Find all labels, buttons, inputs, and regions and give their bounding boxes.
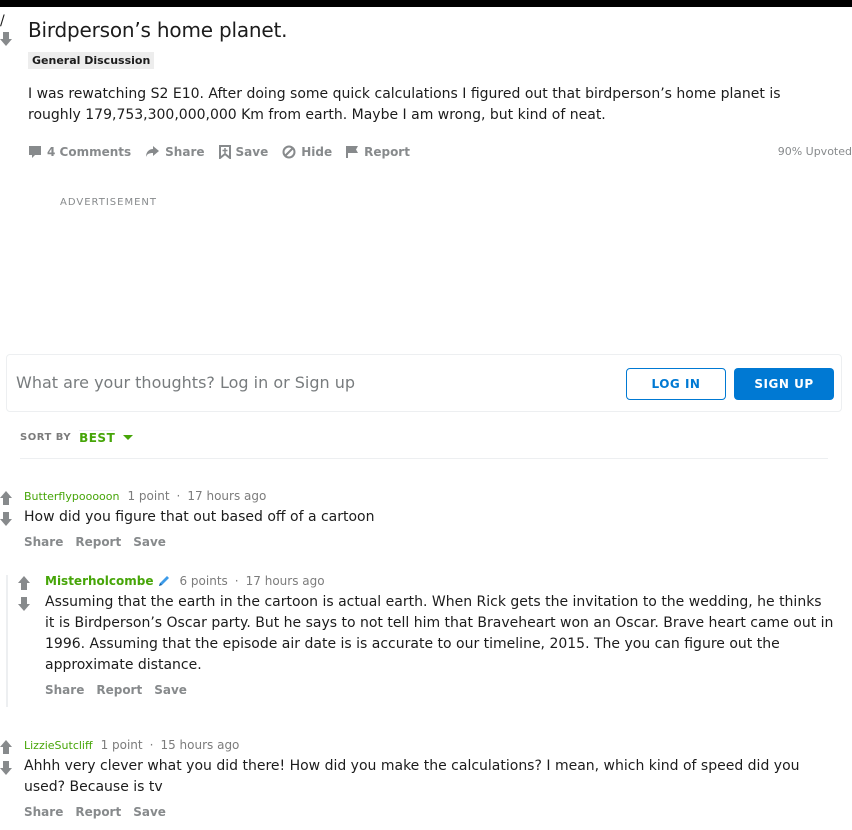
comment-actions: Share Report Save [24, 535, 178, 549]
share-icon [146, 146, 160, 157]
comment-share-button[interactable]: Share [24, 805, 63, 819]
comments-label: 4 Comments [47, 145, 132, 159]
comment-author[interactable]: Misterholcombe [45, 574, 153, 588]
signup-button[interactable]: SIGN UP [734, 368, 834, 400]
separator-dot: · [176, 489, 181, 503]
comment-header: Butterflypooooon 1 point · 17 hours ago [24, 489, 266, 503]
caret-down-icon[interactable] [123, 435, 134, 440]
post-flair[interactable]: General Discussion [28, 52, 155, 69]
upvote-icon[interactable] [0, 491, 12, 505]
save-button[interactable]: Save [218, 145, 269, 159]
comment-text: Assuming that the earth in the cartoon i… [45, 594, 834, 673]
report-button[interactable]: Report [346, 145, 410, 159]
post-title[interactable]: Birdperson’s home planet. [28, 18, 287, 42]
bookmark-icon [218, 145, 231, 159]
advertisement-label: ADVERTISEMENT [60, 197, 158, 208]
sort-control[interactable]: SORT BY BEST [20, 430, 134, 445]
comment-actions: Share Report Save [24, 805, 178, 819]
comment-box[interactable]: What are your thoughts? Log in or Sign u… [6, 354, 842, 412]
comment-actions: Share Report Save [45, 683, 199, 697]
comments-button[interactable]: 4 Comments [28, 145, 131, 159]
comment-author[interactable]: LizzieSutcliff [24, 739, 93, 752]
comment-share-button[interactable]: Share [45, 683, 84, 697]
pencil-icon [159, 576, 170, 586]
comment-points: 1 point [100, 738, 143, 752]
downvote-icon[interactable] [18, 597, 30, 611]
comment-icon [29, 146, 41, 158]
comment-input-placeholder[interactable]: What are your thoughts? Log in or Sign u… [16, 373, 355, 392]
upvoted-percentage: 90% Upvoted [777, 145, 852, 158]
sort-dropdown[interactable]: BEST [79, 430, 116, 445]
separator-dot: · [149, 738, 154, 752]
divider [20, 458, 828, 459]
upvote-icon[interactable] [0, 740, 12, 754]
comment-report-button[interactable]: Report [75, 805, 121, 819]
comment-text: Ahhh very clever what you did there! How… [24, 758, 800, 795]
comment-time[interactable]: 15 hours ago [160, 738, 239, 752]
report-label: Report [364, 145, 410, 159]
flag-icon [346, 146, 359, 158]
hide-label: Hide [301, 145, 333, 159]
comment-author[interactable]: Butterflypooooon [24, 490, 119, 503]
comment-share-button[interactable]: Share [24, 535, 63, 549]
downvote-icon[interactable] [0, 32, 12, 46]
post-body: I was rewatching S2 E10. After doing som… [28, 86, 781, 123]
comment-time[interactable]: 17 hours ago [187, 489, 266, 503]
comment-header: Misterholcombe 6 points · 17 hours ago [45, 574, 325, 588]
save-label: Save [235, 145, 269, 159]
comment-save-button[interactable]: Save [154, 683, 187, 697]
comment-report-button[interactable]: Report [75, 535, 121, 549]
comment-points: 1 point [127, 489, 170, 503]
comment-report-button[interactable]: Report [96, 683, 142, 697]
post-actions: 4 Comments Share Save Hide Report [28, 142, 424, 162]
upvote-icon[interactable] [18, 576, 30, 590]
hide-icon [282, 145, 296, 159]
edge-glyph: / [0, 13, 5, 29]
comment-points: 6 points [179, 574, 228, 588]
top-bar [0, 0, 852, 7]
sort-by-label: SORT BY [20, 432, 72, 443]
comment-header: LizzieSutcliff 1 point · 15 hours ago [24, 738, 239, 752]
separator-dot: · [234, 574, 239, 588]
share-label: Share [165, 145, 205, 159]
downvote-icon[interactable] [0, 512, 12, 526]
thread-line[interactable] [6, 575, 8, 707]
comment-save-button[interactable]: Save [133, 535, 166, 549]
comment-time[interactable]: 17 hours ago [246, 574, 325, 588]
share-button[interactable]: Share [145, 145, 205, 159]
login-button[interactable]: LOG IN [626, 368, 726, 400]
hide-button[interactable]: Hide [282, 145, 332, 159]
downvote-icon[interactable] [0, 761, 12, 775]
comment-save-button[interactable]: Save [133, 805, 166, 819]
comment-text: How did you figure that out based off of… [24, 509, 375, 525]
